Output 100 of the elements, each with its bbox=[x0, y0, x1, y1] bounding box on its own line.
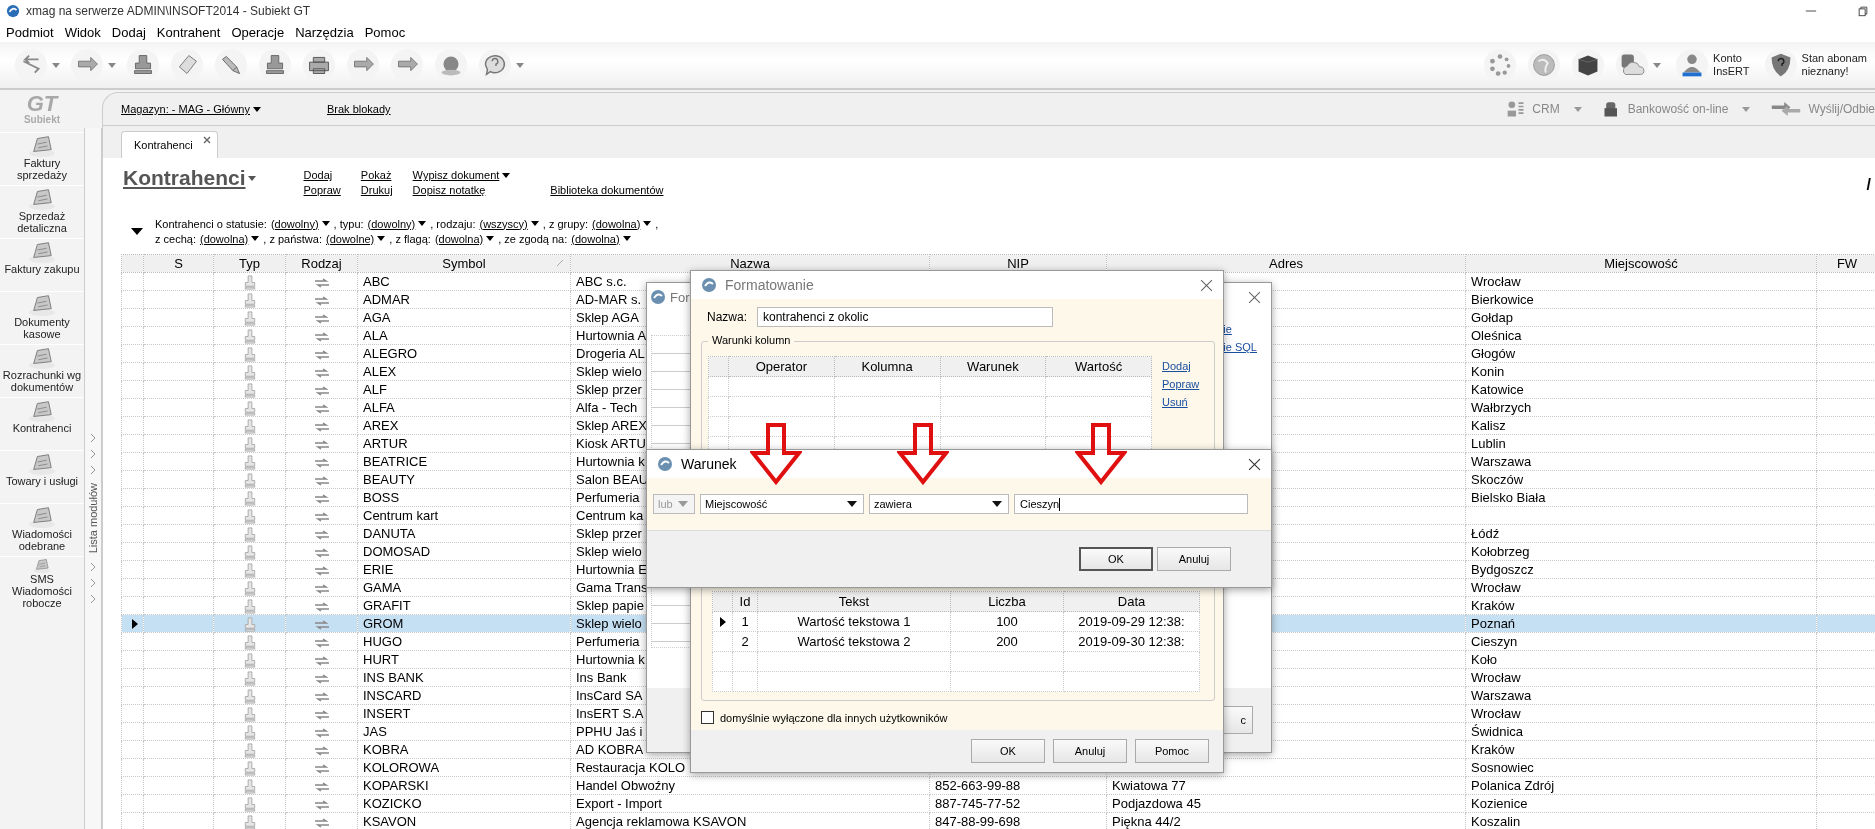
condition-dropdown[interactable]: zawiera bbox=[869, 494, 1009, 514]
lock-status-link[interactable]: Brak blokady bbox=[327, 103, 391, 115]
filter-dropdown[interactable]: (wszyscy) bbox=[479, 217, 539, 230]
column-header[interactable]: S bbox=[143, 254, 214, 273]
table-cell: Poznań bbox=[1465, 614, 1817, 633]
filter-dropdown[interactable]: (dowolna) bbox=[571, 232, 631, 245]
menu-item[interactable]: Podmiot bbox=[6, 24, 54, 40]
dialog-link[interactable]: Dodaj bbox=[1162, 360, 1200, 372]
table-cell: KOLOROWA bbox=[357, 758, 571, 777]
action-link[interactable]: Drukuj bbox=[360, 184, 393, 196]
table-row[interactable]: KOPARSKI Handel Obwoźny 852-663-99-88 Kwiatowa 77 Polanica Zdrój bbox=[121, 776, 1875, 795]
value-field[interactable]: Cieszyn bbox=[1014, 494, 1248, 514]
warehouse-link[interactable]: Magazyn: - MAG - Główny bbox=[121, 103, 261, 115]
chevron-icon[interactable] bbox=[90, 561, 96, 572]
menu-item[interactable]: Narzędzia bbox=[295, 24, 354, 40]
table-cell: 100 bbox=[950, 611, 1064, 632]
annotation-arrow bbox=[897, 423, 949, 485]
collapse-icon[interactable] bbox=[131, 227, 143, 235]
stamp-icon bbox=[243, 616, 256, 632]
action-link[interactable]: Biblioteka dokumentów bbox=[550, 184, 664, 196]
chevron-icon[interactable] bbox=[90, 433, 96, 444]
module-link[interactable]: Rozrachunki wg dokumentów bbox=[0, 369, 84, 393]
column-header[interactable]: Kolumna bbox=[834, 356, 940, 377]
caret-icon[interactable] bbox=[1742, 106, 1751, 112]
dialog-link[interactable]: Usuń bbox=[1162, 396, 1200, 408]
caret-icon[interactable] bbox=[52, 62, 60, 68]
account-label[interactable]: Konto InsERT bbox=[1713, 52, 1750, 78]
table-row[interactable]: KOZICKO Export - Import 887-745-77-52 Podjazdowa 45 Kozienice bbox=[121, 794, 1875, 813]
dialog-button[interactable]: Pomoc bbox=[1135, 739, 1209, 763]
filter-dropdown[interactable]: (dowolny) bbox=[367, 217, 427, 230]
caret-icon[interactable] bbox=[1653, 62, 1662, 68]
menu-item[interactable]: Widok bbox=[64, 24, 101, 40]
column-header[interactable]: Tekst bbox=[757, 591, 951, 612]
caret-icon[interactable] bbox=[108, 62, 116, 68]
close-icon[interactable] bbox=[1248, 457, 1261, 471]
page-title-link[interactable]: Kontrahenci bbox=[123, 166, 256, 190]
tab[interactable]: Kontrahenci bbox=[121, 131, 218, 158]
column-header[interactable]: Wartość bbox=[1045, 356, 1152, 377]
name-field[interactable]: kontrahenci z okolic bbox=[757, 307, 1053, 327]
table-cell: Kraków bbox=[1465, 740, 1817, 759]
filter-dropdown[interactable]: (dowolne) bbox=[326, 232, 386, 245]
send-receive-icon[interactable] bbox=[1770, 100, 1803, 118]
chevron-icon[interactable] bbox=[90, 449, 96, 460]
close-icon[interactable] bbox=[1248, 290, 1261, 304]
column-header[interactable]: Adres bbox=[1106, 254, 1466, 273]
caret-icon[interactable] bbox=[1573, 106, 1582, 112]
action-link[interactable]: Pokaż bbox=[360, 169, 393, 181]
filter-dropdown[interactable]: (dowolna) bbox=[434, 232, 495, 245]
menu-item[interactable]: Pomoc bbox=[364, 24, 406, 40]
table-cell: Wrocław bbox=[1465, 578, 1817, 597]
dialog-button[interactable]: OK bbox=[1079, 547, 1153, 571]
chevron-icon[interactable] bbox=[90, 593, 96, 604]
stamp-icon bbox=[243, 292, 256, 308]
table-cell: ALEGRO bbox=[357, 344, 571, 363]
column-header[interactable]: Symbol bbox=[357, 254, 571, 273]
column-header[interactable]: Liczba bbox=[950, 591, 1064, 612]
column-header[interactable]: Warunek bbox=[940, 356, 1046, 377]
chevron-icon[interactable] bbox=[90, 577, 96, 588]
crm-icon[interactable] bbox=[1506, 100, 1527, 118]
dialog-link[interactable]: ie SQL bbox=[1223, 341, 1257, 353]
table-row[interactable]: KSAVON Agencja reklamowa KSAVON 847-88-99-698 Piękna 44/2 Koszalin bbox=[121, 812, 1875, 829]
column-header[interactable]: Id bbox=[732, 591, 758, 612]
column-header[interactable]: FW bbox=[1816, 254, 1875, 273]
subscription-status[interactable]: Stan abonam nieznany! bbox=[1801, 52, 1867, 78]
column-header[interactable]: Data bbox=[1063, 591, 1200, 612]
menu-item[interactable]: Operacje bbox=[231, 24, 285, 40]
checkbox[interactable] bbox=[701, 711, 714, 724]
module-link[interactable]: Towary i usługi bbox=[5, 475, 79, 487]
menu-item[interactable]: Kontrahent bbox=[156, 24, 221, 40]
module-link[interactable]: Faktury zakupu bbox=[4, 263, 80, 275]
chevron-icon[interactable] bbox=[90, 465, 96, 476]
close-icon[interactable] bbox=[202, 136, 211, 144]
annotation-arrow bbox=[750, 423, 802, 485]
module-link[interactable]: Faktury sprzedaży bbox=[0, 157, 84, 181]
column-dropdown[interactable]: Miejscowość bbox=[700, 494, 864, 514]
dialog-button[interactable]: Anuluj bbox=[1053, 739, 1127, 763]
restore-icon[interactable] bbox=[1857, 5, 1869, 17]
filter-dropdown[interactable]: (dowolna) bbox=[199, 232, 260, 245]
dialog-button[interactable]: OK bbox=[971, 739, 1045, 763]
action-link[interactable]: Popraw bbox=[303, 184, 341, 196]
module-link[interactable]: Dokumenty kasowe bbox=[0, 316, 84, 340]
module-link[interactable]: Sprzedaż detaliczna bbox=[0, 210, 84, 234]
column-header[interactable]: Typ bbox=[213, 254, 286, 273]
action-link[interactable]: Dopisz notatkę bbox=[412, 184, 511, 196]
filter-dropdown[interactable]: (dowolny) bbox=[270, 217, 330, 230]
caret-icon[interactable] bbox=[516, 62, 524, 68]
filter-dropdown[interactable]: (dowolna) bbox=[592, 217, 652, 230]
module-link[interactable]: SMS Wiadomości robocze bbox=[0, 573, 84, 609]
action-link[interactable]: Wypisz dokument bbox=[412, 169, 511, 181]
close-icon[interactable] bbox=[1200, 278, 1213, 292]
menu-item[interactable]: Dodaj bbox=[111, 24, 146, 40]
column-header[interactable]: Miejscowość bbox=[1465, 254, 1817, 273]
modules-list-label[interactable]: Lista modułów bbox=[87, 483, 99, 554]
action-link[interactable]: Dodaj bbox=[303, 169, 341, 181]
column-header[interactable]: Rodzaj bbox=[285, 254, 358, 273]
dialog-button[interactable]: Anuluj bbox=[1157, 547, 1231, 571]
column-header[interactable]: Operator bbox=[728, 356, 835, 377]
module-link[interactable]: Wiadomości odebrane bbox=[0, 528, 84, 552]
module-link[interactable]: Kontrahenci bbox=[12, 422, 72, 434]
dialog-link[interactable]: Popraw bbox=[1162, 378, 1200, 390]
